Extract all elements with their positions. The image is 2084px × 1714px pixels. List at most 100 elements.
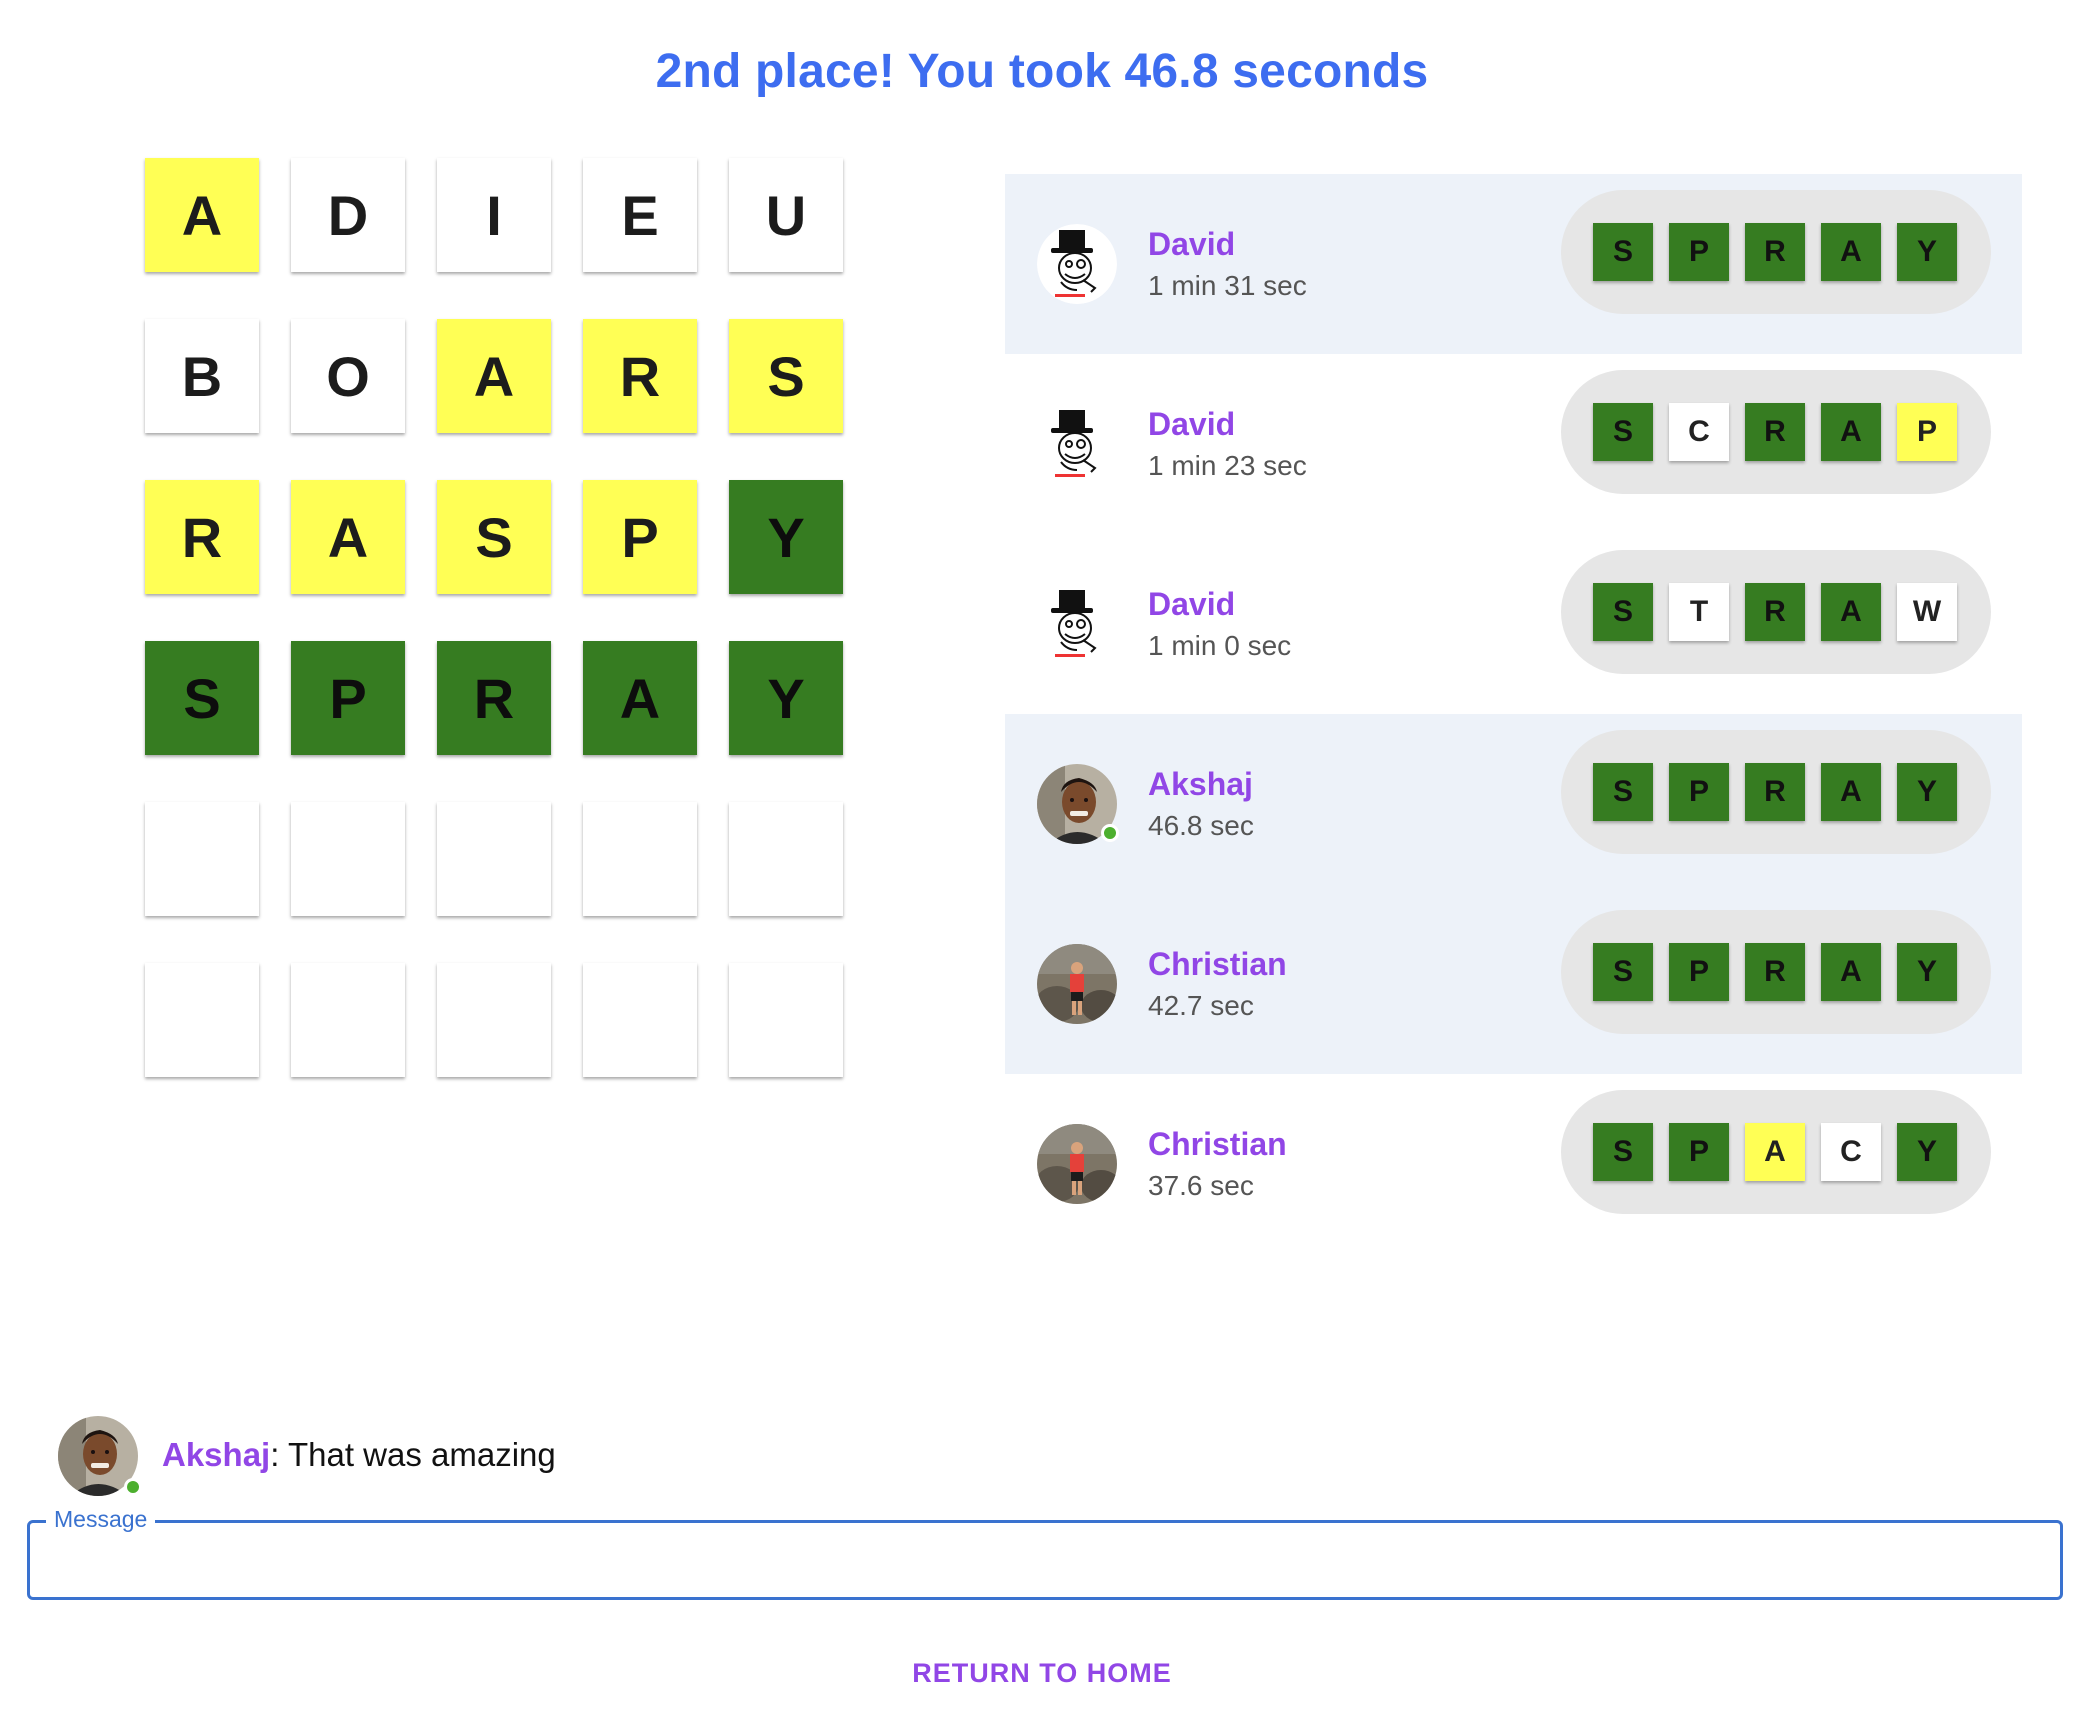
guess-tile: A — [1821, 583, 1881, 641]
guess-tile: P — [1897, 403, 1957, 461]
result-row: David 1 min 23 sec S C R A P — [1005, 354, 2022, 534]
board-tile: S — [145, 641, 259, 755]
player-time: 1 min 0 sec — [1148, 630, 1292, 661]
player-avatar — [1037, 1124, 1117, 1204]
player-time: 46.8 sec — [1148, 810, 1254, 841]
player-time: 1 min 31 sec — [1148, 270, 1307, 301]
guess-tile: R — [1745, 583, 1805, 641]
guess-tile: C — [1669, 403, 1729, 461]
guess-tile: A — [1821, 403, 1881, 461]
guess-tile: P — [1669, 1123, 1729, 1181]
game-results-page: 2nd place! You took 46.8 seconds ADIEUBO… — [0, 0, 2084, 1714]
message-input[interactable] — [46, 1533, 2040, 1589]
player-time: 1 min 23 sec — [1148, 450, 1307, 481]
board-tile: Y — [729, 480, 843, 594]
guess-pill: SPRAY — [1561, 190, 1991, 314]
board-tile — [145, 963, 259, 1077]
board-tile: O — [291, 319, 405, 433]
player-name[interactable]: Christian — [1148, 1126, 1287, 1163]
player-time: 42.7 sec — [1148, 990, 1254, 1021]
board-tile — [145, 802, 259, 916]
guess-tile: S — [1593, 763, 1653, 821]
guess-tile: A — [1821, 763, 1881, 821]
player-name[interactable]: David — [1148, 406, 1235, 443]
online-status-dot — [1101, 824, 1119, 842]
board-row: ADIEU — [145, 158, 875, 272]
board-tile: R — [583, 319, 697, 433]
board-tile: P — [291, 641, 405, 755]
board-tile — [583, 802, 697, 916]
player-name[interactable]: David — [1148, 586, 1235, 623]
board-tile: S — [729, 319, 843, 433]
guess-tile: P — [1669, 943, 1729, 1001]
board-tile: A — [145, 158, 259, 272]
guess-tile: C — [1821, 1123, 1881, 1181]
guess-tile: A — [1821, 223, 1881, 281]
guess-tile: T — [1669, 583, 1729, 641]
guess-pill: SPRAY — [1561, 730, 1991, 854]
guess-tile: W — [1897, 583, 1957, 641]
player-avatar — [1037, 224, 1117, 304]
board-row — [145, 963, 875, 1077]
message-field[interactable]: Message — [27, 1506, 2063, 1600]
player-avatar — [1037, 944, 1117, 1024]
chat-text: That was amazing — [279, 1436, 556, 1473]
result-headline: 2nd place! You took 46.8 seconds — [655, 45, 1429, 98]
message-label: Message — [46, 1506, 156, 1533]
guess-tile: S — [1593, 943, 1653, 1001]
board-row: RASPY — [145, 480, 875, 594]
guess-tile: Y — [1897, 1123, 1957, 1181]
result-row: David 1 min 31 sec S P R A Y — [1005, 174, 2022, 354]
board-tile: R — [437, 641, 551, 755]
player-avatar — [1037, 764, 1119, 844]
board-tile: A — [291, 480, 405, 594]
player-avatar — [1037, 404, 1117, 484]
chat-avatar — [58, 1416, 142, 1496]
guess-tile: R — [1745, 223, 1805, 281]
guess-tile: S — [1593, 1123, 1653, 1181]
online-status-dot — [124, 1478, 142, 1496]
player-time: 37.6 sec — [1148, 1170, 1254, 1201]
board-tile: I — [437, 158, 551, 272]
chat-author[interactable]: Akshaj — [162, 1436, 270, 1473]
guess-pill: SCRAP — [1561, 370, 1991, 494]
guess-tile: Y — [1897, 223, 1957, 281]
board-tile — [291, 963, 405, 1077]
guess-tile: Y — [1897, 763, 1957, 821]
results-list: David 1 min 31 sec S P R A Y David 1 min 23 sec S… — [1005, 174, 2022, 1254]
player-name[interactable]: David — [1148, 226, 1235, 263]
player-avatar — [1037, 584, 1117, 664]
guess-pill: SPACY — [1561, 1090, 1991, 1214]
guess-tile: A — [1821, 943, 1881, 1001]
board-tile — [437, 963, 551, 1077]
guess-tile: S — [1593, 583, 1653, 641]
board-tile: E — [583, 158, 697, 272]
board-tile: Y — [729, 641, 843, 755]
chat-message: Akshaj: That was amazing — [162, 1436, 556, 1474]
board-tile: U — [729, 158, 843, 272]
result-row: Christian 42.7 sec S P R A Y — [1005, 894, 2022, 1074]
board-tile — [729, 963, 843, 1077]
player-name[interactable]: Akshaj — [1148, 766, 1253, 803]
guess-tile: S — [1593, 403, 1653, 461]
board-row: SPRAY — [145, 641, 875, 755]
player-name[interactable]: Christian — [1148, 946, 1287, 983]
board-tile: A — [437, 319, 551, 433]
board-tile — [291, 802, 405, 916]
result-row: Christian 37.6 sec S P A C Y — [1005, 1074, 2022, 1254]
board-tile: S — [437, 480, 551, 594]
board-tile: D — [291, 158, 405, 272]
return-home-button[interactable]: RETURN TO HOME — [0, 1658, 2084, 1689]
guess-tile: R — [1745, 943, 1805, 1001]
guess-tile: P — [1669, 763, 1729, 821]
guess-tile: S — [1593, 223, 1653, 281]
guess-tile: A — [1745, 1123, 1805, 1181]
guess-tile: R — [1745, 403, 1805, 461]
guess-pill: STRAW — [1561, 550, 1991, 674]
board-tile: A — [583, 641, 697, 755]
board-row — [145, 802, 875, 916]
board-tile — [729, 802, 843, 916]
board-row: BOARS — [145, 319, 875, 433]
chat-separator: : — [270, 1436, 280, 1473]
guess-tile: Y — [1897, 943, 1957, 1001]
